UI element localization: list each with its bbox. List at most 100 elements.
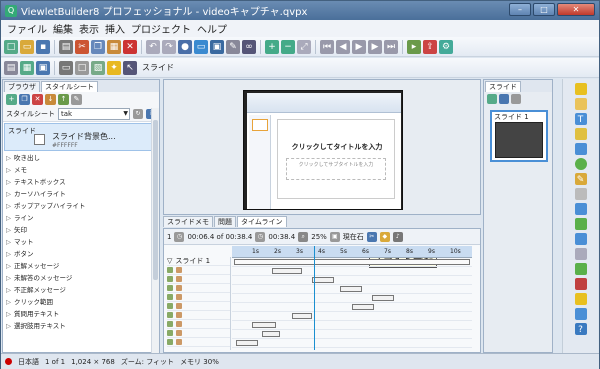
- import-icon[interactable]: ↓: [45, 94, 56, 105]
- eye-icon[interactable]: [167, 276, 173, 282]
- edit-icon[interactable]: ✎: [71, 94, 82, 105]
- copy-style-icon[interactable]: ❐: [19, 94, 30, 105]
- timeline-bar[interactable]: [236, 340, 258, 346]
- tree-item[interactable]: ▷ 質問用テキスト: [6, 308, 159, 320]
- open-folder-icon[interactable]: ▭: [20, 39, 34, 54]
- tree-item[interactable]: ▷ ライン: [6, 212, 159, 224]
- slide-style-category[interactable]: スライド スライド背景色... #FFFFFF: [4, 123, 158, 151]
- monitor-icon[interactable]: ▭: [194, 39, 208, 54]
- menu-view[interactable]: 表示: [79, 21, 99, 36]
- bulb-icon[interactable]: ✦: [107, 60, 121, 75]
- timeline-bar[interactable]: [372, 295, 394, 301]
- question-icon[interactable]: ?: [574, 323, 587, 335]
- save-icon[interactable]: ▪: [36, 39, 50, 54]
- timeline-bar[interactable]: [234, 259, 470, 265]
- tree-item[interactable]: ▷ テキストボックス: [6, 176, 159, 188]
- brush-icon[interactable]: ✎: [226, 39, 240, 54]
- audio-icon[interactable]: ♪: [392, 231, 403, 242]
- refresh-icon[interactable]: ↻: [133, 109, 143, 119]
- tree-item[interactable]: ▷ 矢印: [6, 224, 159, 236]
- timeline-bar[interactable]: [340, 286, 362, 292]
- slide-view-icon[interactable]: [499, 94, 509, 104]
- stylesheet-select[interactable]: tak ▼: [58, 108, 130, 120]
- button-icon[interactable]: [574, 218, 587, 230]
- minimize-button[interactable]: –: [509, 3, 531, 16]
- text-icon[interactable]: T: [574, 113, 587, 125]
- eye-icon[interactable]: [167, 330, 173, 336]
- new-icon[interactable]: □: [4, 39, 18, 54]
- lock-icon[interactable]: [176, 339, 182, 345]
- timeline-bar[interactable]: [292, 313, 312, 319]
- check-icon[interactable]: [574, 263, 587, 275]
- split-slide-icon[interactable]: ✂: [366, 231, 377, 242]
- image-icon[interactable]: [574, 203, 587, 215]
- preview-icon[interactable]: ▸: [407, 39, 421, 54]
- timeline-bar[interactable]: [262, 331, 280, 337]
- menu-file[interactable]: ファイル: [7, 21, 47, 36]
- eye-icon[interactable]: [167, 321, 173, 327]
- record-icon[interactable]: ●: [178, 39, 192, 54]
- image-icon[interactable]: ▧: [91, 60, 105, 75]
- tab-slides[interactable]: スライド: [485, 81, 521, 92]
- first-slide-icon[interactable]: ⏮: [320, 39, 334, 54]
- eye-icon[interactable]: [167, 339, 173, 345]
- lock-icon[interactable]: [176, 285, 182, 291]
- eye-icon[interactable]: [167, 312, 173, 318]
- menu-insert[interactable]: 挿入: [105, 21, 125, 36]
- tree-item[interactable]: ▷ 吹き出し: [6, 152, 159, 164]
- tab-browser[interactable]: ブラウザ: [4, 81, 40, 92]
- eye-icon[interactable]: [167, 294, 173, 300]
- note-icon[interactable]: [574, 98, 587, 110]
- quiz-icon[interactable]: [574, 308, 587, 320]
- cut-icon[interactable]: ✂: [75, 39, 89, 54]
- fit-icon[interactable]: ▣: [329, 231, 340, 242]
- grid-icon[interactable]: ▦: [20, 60, 34, 75]
- callout-icon[interactable]: [574, 83, 587, 95]
- lock-icon[interactable]: [176, 303, 182, 309]
- tab-slide-notes[interactable]: スライドメモ: [163, 216, 213, 227]
- tree-item[interactable]: ▷ 未解答のメッセージ: [6, 272, 159, 284]
- tree-item[interactable]: ▷ マット: [6, 236, 159, 248]
- slide-thumbnail[interactable]: スライド 1: [490, 110, 548, 162]
- lock-icon[interactable]: [176, 267, 182, 273]
- settings-icon[interactable]: ⚙: [439, 39, 453, 54]
- layer-row[interactable]: ▽ スライド 1: [167, 257, 230, 266]
- frame-icon[interactable]: ▭: [59, 60, 73, 75]
- menu-edit[interactable]: 編集: [53, 21, 73, 36]
- bg-color-swatch[interactable]: [34, 134, 45, 145]
- timeline-tracks[interactable]: [232, 258, 472, 350]
- tree-item[interactable]: ▷ メモ: [6, 164, 159, 176]
- undo-icon[interactable]: ↶: [146, 39, 160, 54]
- cursor-icon[interactable]: ↖: [123, 60, 137, 75]
- menu-help[interactable]: ヘルプ: [197, 21, 227, 36]
- export-icon[interactable]: ↑: [58, 94, 69, 105]
- marker-icon[interactable]: ◆: [379, 231, 390, 242]
- tree-item[interactable]: ▷ カーソハイライト: [6, 188, 159, 200]
- remove-icon[interactable]: ✕: [32, 94, 43, 105]
- paste-icon[interactable]: ▦: [107, 39, 121, 54]
- zoom-in-icon[interactable]: +: [265, 39, 279, 54]
- highlight-icon[interactable]: [574, 143, 587, 155]
- captured-screen[interactable]: クリックしてタイトルを入力 クリックしてサブタイトルを入力: [243, 90, 403, 210]
- next-slide-icon[interactable]: ▶: [368, 39, 382, 54]
- eye-icon[interactable]: [167, 267, 173, 273]
- tree-item[interactable]: ▷ ポップアップハイライト: [6, 200, 159, 212]
- tree-item[interactable]: ▷ ボタン: [6, 248, 159, 260]
- copy-icon[interactable]: ❐: [91, 39, 105, 54]
- pencil-icon[interactable]: ✎: [574, 173, 587, 185]
- language[interactable]: 日本語: [18, 357, 39, 367]
- lock-icon[interactable]: [176, 294, 182, 300]
- thumb-icon[interactable]: [574, 293, 587, 305]
- last-slide-icon[interactable]: ⏭: [384, 39, 398, 54]
- current-label[interactable]: 現在石: [343, 232, 364, 242]
- redo-icon[interactable]: ↷: [162, 39, 176, 54]
- tab-stylesheet[interactable]: スタイルシート: [41, 81, 98, 92]
- lock-icon[interactable]: [176, 330, 182, 336]
- slide-settings-icon[interactable]: [511, 94, 521, 104]
- zoom-readout[interactable]: 25%: [311, 233, 327, 241]
- lock-icon[interactable]: [176, 312, 182, 318]
- print-icon[interactable]: ▤: [59, 39, 73, 54]
- slide-add-icon[interactable]: ▣: [36, 60, 50, 75]
- duration-readout[interactable]: 00:38.4: [268, 233, 295, 241]
- timeline-bar[interactable]: [352, 304, 374, 310]
